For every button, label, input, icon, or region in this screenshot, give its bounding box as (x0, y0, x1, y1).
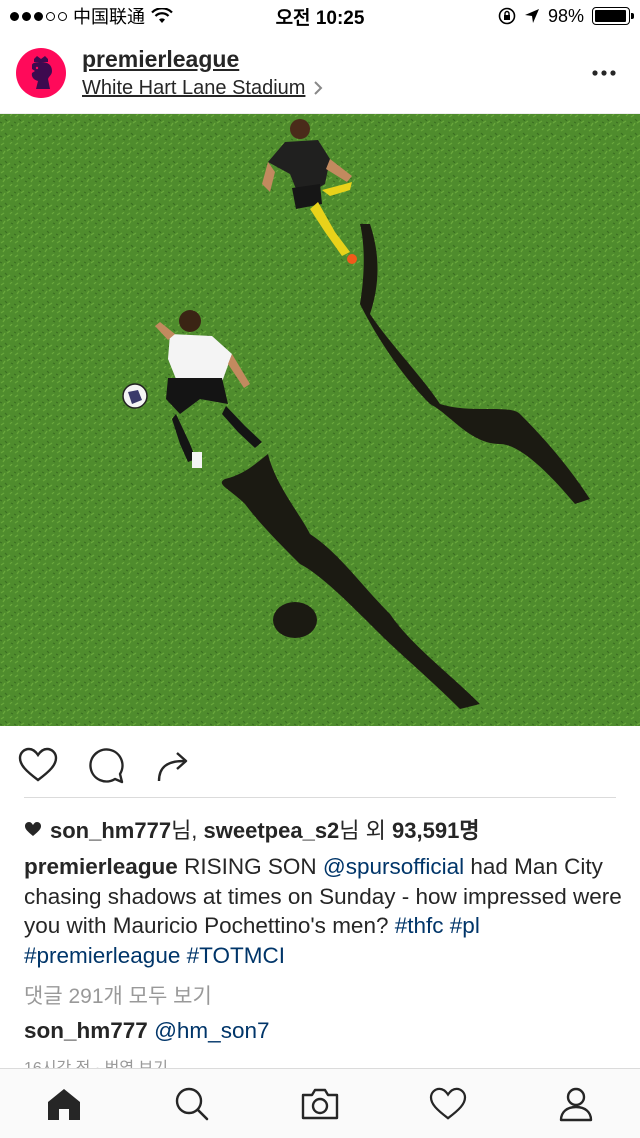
likes-sep-1: 님, (171, 818, 204, 843)
hashtag-thfc[interactable]: #thfc (395, 913, 444, 938)
caption-username[interactable]: premierleague (24, 854, 178, 879)
profile-icon (559, 1087, 593, 1121)
like-button[interactable] (18, 745, 58, 785)
share-icon (157, 752, 188, 782)
camera-icon (301, 1088, 339, 1119)
search-icon (175, 1087, 209, 1120)
status-left: 中国联通 (10, 3, 173, 29)
battery-percent: 98% (547, 5, 584, 26)
tab-activity[interactable] (416, 1072, 480, 1136)
tab-camera[interactable] (288, 1072, 352, 1136)
ellipsis-icon (592, 69, 616, 76)
tab-profile[interactable] (544, 1072, 608, 1136)
status-right: 98% (498, 5, 634, 27)
share-button[interactable] (154, 745, 194, 785)
hashtag-pl[interactable]: #pl (450, 913, 480, 938)
location-arrow-icon (524, 9, 539, 23)
lion-logo-icon (31, 55, 52, 89)
post-header: premierleague White Hart Lane Stadium (0, 32, 640, 114)
caption-text-1: RISING SON (177, 854, 323, 879)
likes-row[interactable]: son_hm777님, sweetpea_s2님 외 93,591명 (24, 813, 480, 845)
caption: premierleague RISING SON @spursofficial … (24, 852, 624, 970)
comment-mention[interactable]: @hm_son7 (154, 1018, 269, 1043)
likes-sep-2: 님 외 (339, 818, 393, 843)
tab-bar (0, 1068, 640, 1138)
activity-heart-icon (429, 1087, 467, 1120)
comment-button[interactable] (86, 745, 126, 785)
hashtag-totmci[interactable]: #TOTMCI (187, 943, 285, 968)
signal-strength-icon (10, 11, 67, 21)
comment-icon (89, 748, 124, 784)
comment-username[interactable]: son_hm777 (24, 1018, 148, 1043)
comment-row: son_hm777 @hm_son7 (24, 1018, 269, 1044)
lock-rotation-icon (498, 7, 516, 25)
chevron-right-icon (314, 81, 323, 95)
timestamp: 16시간 전 · 번역 보기 (24, 1054, 168, 1068)
battery-icon (592, 7, 634, 25)
tab-search[interactable] (160, 1072, 224, 1136)
action-bar (0, 734, 640, 796)
battery-fill (595, 10, 627, 22)
likes-count[interactable]: 93,591명 (392, 818, 480, 843)
post-location[interactable]: White Hart Lane Stadium (82, 77, 584, 100)
tab-home[interactable] (32, 1072, 96, 1136)
wifi-icon (151, 8, 173, 23)
hashtag-premierleague[interactable]: #premierleague (24, 943, 180, 968)
home-icon (48, 1088, 80, 1120)
post-photo[interactable] (0, 114, 640, 726)
caption-mention[interactable]: @spursofficial (323, 854, 464, 879)
location-label: White Hart Lane Stadium (82, 76, 306, 99)
divider (24, 797, 616, 798)
user-meta: premierleague White Hart Lane Stadium (82, 46, 584, 100)
football-photo (0, 114, 640, 726)
liker-1[interactable]: son_hm777 (50, 818, 171, 843)
more-options-button[interactable] (584, 53, 624, 93)
status-bar: 中国联通 오전 10:25 98% (0, 0, 640, 32)
avatar[interactable] (16, 47, 66, 98)
liker-2[interactable]: sweetpea_s2 (204, 818, 340, 843)
post-username[interactable]: premierleague (82, 46, 584, 73)
carrier-label: 中国联通 (73, 7, 145, 27)
filled-heart-icon (25, 822, 41, 836)
heart-icon (18, 747, 58, 782)
view-all-comments-link[interactable]: 댓글 291개 모두 보기 (24, 980, 212, 1010)
